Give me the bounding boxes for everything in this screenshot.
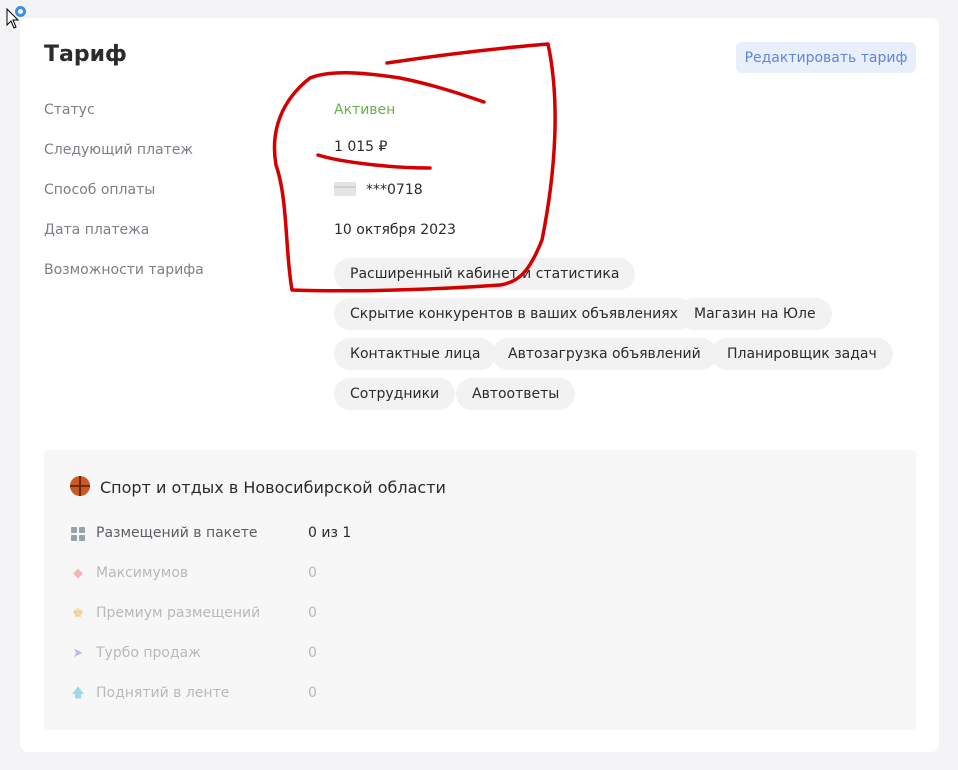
package-row-value: 0 xyxy=(308,565,317,581)
package-row-value: 0 из 1 xyxy=(308,525,352,541)
payment-method-label: Способ оплаты xyxy=(44,182,156,198)
package-title: Спорт и отдых в Новосибирской области xyxy=(100,478,446,497)
feature-chip: Автоответы xyxy=(456,378,576,410)
basketball-icon xyxy=(70,476,90,496)
package-row-value: 0 xyxy=(308,685,317,701)
package-row-label: Поднятий в ленте xyxy=(96,685,230,701)
loading-indicator-icon xyxy=(15,6,26,17)
feature-chip: Магазин на Юле xyxy=(678,298,832,330)
credit-card-icon xyxy=(334,182,356,196)
feature-chip: Сотрудники xyxy=(334,378,456,410)
payment-date-value: 10 октября 2023 xyxy=(334,222,456,238)
package-row-label: Турбо продаж xyxy=(96,645,201,661)
tariff-card: Тариф Редактировать тариф Статус Активен… xyxy=(20,18,939,752)
diamond-icon: ◆ xyxy=(73,566,83,581)
package-row-label: Премиум размещений xyxy=(96,605,261,621)
feature-chip: Планировщик задач xyxy=(711,338,893,370)
status-label: Статус xyxy=(44,102,95,118)
package-row-label: Размещений в пакете xyxy=(96,525,258,541)
next-payment-label: Следующий платеж xyxy=(44,142,193,158)
features-label: Возможности тарифа xyxy=(44,262,204,278)
rocket-icon: ➤ xyxy=(72,646,84,661)
payment-date-label: Дата платежа xyxy=(44,222,150,238)
feature-chip: Контактные лица xyxy=(334,338,497,370)
page-title: Тариф xyxy=(44,42,127,67)
feature-chip: Скрытие конкурентов в ваших объявлениях xyxy=(334,298,694,330)
crown-icon: ♚ xyxy=(72,606,84,621)
feature-chip: Расширенный кабинет и статистика xyxy=(334,258,636,290)
feature-chip: Автозагрузка объявлений xyxy=(492,338,717,370)
next-payment-value: 1 015 ₽ xyxy=(334,139,388,155)
edit-tariff-button[interactable]: Редактировать тариф xyxy=(736,42,916,73)
package-panel: Спорт и отдых в Новосибирской области Ра… xyxy=(44,450,916,730)
package-row-value: 0 xyxy=(308,605,317,621)
package-row-value: 0 xyxy=(308,645,317,661)
package-row-label: Максимумов xyxy=(96,565,189,581)
arrow-up-icon: 🡅 xyxy=(71,686,85,701)
payment-method-value: ***0718 xyxy=(366,182,423,198)
grid-icon xyxy=(71,527,85,541)
status-value: Активен xyxy=(334,102,396,118)
